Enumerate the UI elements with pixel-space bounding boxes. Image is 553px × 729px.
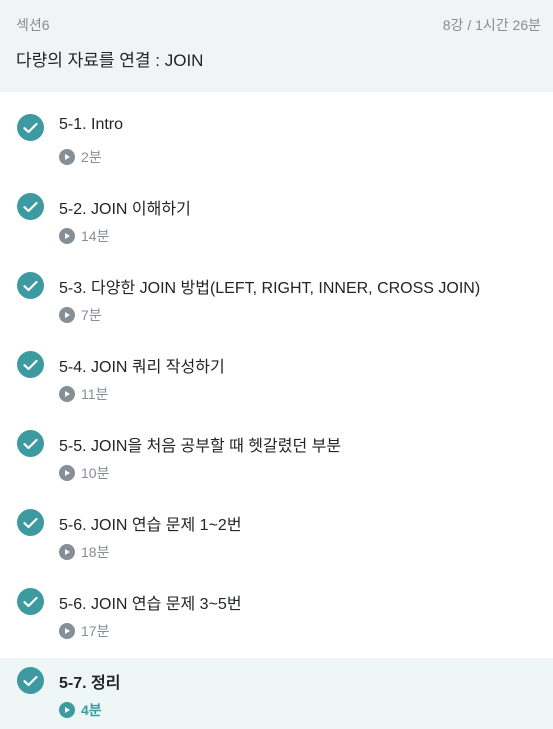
duration-text: 18분 [81,544,110,560]
lecture-title: 5-7. 정리 [59,675,121,692]
lecture-title: 5-4. JOIN 쿼리 작성하기 [59,359,225,376]
lecture-duration: 11분 [59,384,108,404]
check-circle-icon [17,588,44,615]
lecture-duration: 7분 [59,305,102,325]
lecture-item[interactable]: 5-4. JOIN 쿼리 작성하기 11분 [0,342,553,421]
play-circle-icon [59,386,75,402]
lecture-title: 5-3. 다양한 JOIN 방법(LEFT, RIGHT, INNER, CRO… [59,280,481,297]
lecture-duration: 2분 [59,147,102,167]
play-circle-icon [59,149,75,165]
check-circle-icon [17,114,44,141]
lecture-item[interactable]: 5-1. Intro 2분 [0,105,553,184]
duration-text: 2분 [81,149,102,165]
section-title: 다량의 자료를 연결 : JOIN [16,51,204,70]
section-meta: 8강 / 1시간 26분 [442,17,541,33]
check-circle-icon [17,193,44,220]
duration-text: 7분 [81,307,102,323]
lecture-item[interactable]: 5-3. 다양한 JOIN 방법(LEFT, RIGHT, INNER, CRO… [0,263,553,342]
play-circle-icon [59,307,75,323]
lecture-item[interactable]: 5-6. JOIN 연습 문제 1~2번 18분 [0,500,553,579]
check-circle-icon [17,509,44,536]
lecture-item[interactable]: 5-2. JOIN 이해하기 14분 [0,184,553,263]
duration-text: 14분 [81,228,110,244]
duration-text: 10분 [81,465,110,481]
play-circle-icon [59,544,75,560]
lecture-item[interactable]: 5-6. JOIN 연습 문제 3~5번 17분 [0,579,553,658]
play-circle-icon [59,465,75,481]
duration-text: 11분 [81,386,109,402]
section-label: 섹션6 [16,17,50,33]
lecture-duration: 17분 [59,621,109,641]
check-circle-icon [17,667,44,694]
check-circle-icon [17,430,44,457]
lecture-title: 5-2. JOIN 이해하기 [59,201,191,218]
lecture-item-active[interactable]: 5-7. 정리 4분 [0,658,553,729]
check-circle-icon [17,351,44,378]
duration-text: 17분 [81,623,110,639]
lecture-duration: 14분 [59,226,109,246]
lecture-duration: 4분 [59,700,102,720]
play-circle-icon [59,702,75,718]
lecture-duration: 18분 [59,542,109,562]
play-circle-icon [59,228,75,244]
lecture-item[interactable]: 5-5. JOIN을 처음 공부할 때 헷갈렸던 부분 10분 [0,421,553,500]
play-circle-icon [59,623,75,639]
lecture-title: 5-6. JOIN 연습 문제 3~5번 [59,596,242,613]
lecture-title: 5-1. Intro [59,116,124,133]
lecture-title: 5-6. JOIN 연습 문제 1~2번 [59,517,242,534]
lecture-list: 5-1. Intro 2분 5-2. JOIN 이해하기 14분 5-3. 다양… [0,105,553,729]
lecture-title: 5-5. JOIN을 처음 공부할 때 헷갈렸던 부분 [59,438,342,455]
lecture-duration: 10분 [59,463,109,483]
duration-text: 4분 [81,702,102,718]
check-circle-icon [17,272,44,299]
section-header: 섹션6 8강 / 1시간 26분 다량의 자료를 연결 : JOIN [0,0,553,92]
